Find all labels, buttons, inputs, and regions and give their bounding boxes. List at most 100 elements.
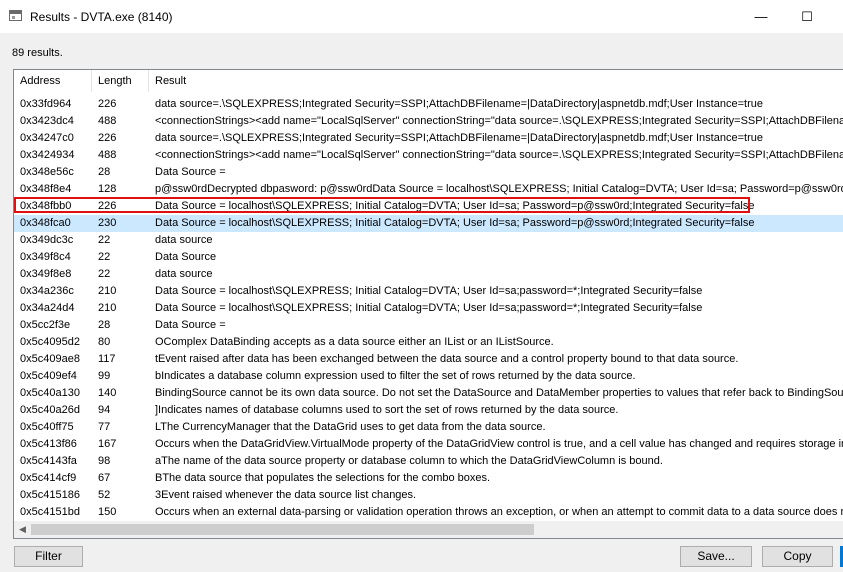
row-address: 0x34a24d4 [20,302,75,314]
row-address: 0x5c409ef4 [20,370,77,382]
row-result: tEvent raised after data has been exchan… [155,353,739,365]
row-length: 22 [98,234,111,246]
maximize-button[interactable]: ☐ [784,0,830,33]
window-app-icon [9,10,22,21]
row-length: 226 [98,132,117,144]
table-row[interactable]: 0x3424934 488 <connectionStrings><add name… [14,147,843,164]
row-result: Data Source [155,251,217,263]
row-address: 0x348fca0 [20,217,71,229]
row-result: Occurs when an external data-parsing or … [155,506,843,518]
row-address: 0x5c415186 [20,489,80,501]
row-address: 0x348fbb0 [20,200,72,212]
table-row[interactable]: 0x5c40a130 140 BindingSource cannot be its… [14,385,843,402]
row-address: 0x5c4143fa [20,455,77,467]
row-address: 0x3423dc4 [20,115,74,127]
row-length: 226 [98,98,117,110]
row-result: Data Source = [155,319,226,331]
table-row[interactable]: 0x34a24d4 210 Data Source = localhost\SQLE… [14,300,843,317]
list-rows: 0x33fd964 226 data source=.\SQLEXPRESS;Int… [14,96,843,521]
row-address: 0x5c409ae8 [20,353,80,365]
row-address: 0x5c40ff75 [20,421,74,433]
row-length: 128 [98,183,117,195]
filter-button[interactable]: Filter [14,546,83,567]
table-row[interactable]: 0x348fbb0 226 Data Source = localhost\SQLE… [14,198,843,215]
copy-button[interactable]: Copy [762,546,833,567]
column-header-length[interactable]: Length [92,70,149,92]
results-count: 89 results. [12,47,63,59]
scrollbar-thumb[interactable] [31,524,534,535]
save-button[interactable]: Save... [680,546,752,567]
row-result: Data Source = localhost\SQLEXPRESS; Init… [155,302,703,314]
table-row[interactable]: 0x5cc2f3e 28 Data Source = [14,317,843,334]
horizontal-scrollbar[interactable]: ◀ [14,521,843,538]
row-result: BThe data source that populates the sele… [155,472,491,484]
table-row[interactable]: 0x3423dc4 488 <connectionStrings><add name… [14,113,843,130]
window-title: Results - DVTA.exe (8140) [30,10,173,24]
table-row[interactable]: 0x5c415186 52 3Event raised whenever the d… [14,487,843,504]
row-address: 0x5c414cf9 [20,472,77,484]
row-length: 488 [98,115,117,127]
close-button[interactable]: ✕ [830,0,843,33]
table-row[interactable]: 0x5c413f86 167 Occurs when the DataGridVie… [14,436,843,453]
row-result: data source=.\SQLEXPRESS;Integrated Secu… [155,98,763,110]
row-length: 77 [98,421,111,433]
table-row[interactable]: 0x5c4095d2 80 OComplex DataBinding accepts… [14,334,843,351]
row-address: 0x34a236c [20,285,74,297]
table-row[interactable]: 0x348fca0 230 Data Source = localhost\SQLE… [14,215,843,232]
column-header-result[interactable]: Result [149,70,843,92]
row-address: 0x34247c0 [20,132,74,144]
table-row[interactable]: 0x5c40a26d 94]Indicates names of database… [14,402,843,419]
row-length: 210 [98,285,117,297]
table-row[interactable]: 0x348e56c 28 Data Source = [14,164,843,181]
row-result: Data Source = [155,166,226,178]
table-row[interactable]: 0x5c4143fa 98 aThe name of the data source… [14,453,843,470]
row-address: 0x5c40a26d [20,404,80,416]
row-result: <connectionStrings><add name="LocalSqlSe… [155,115,843,127]
title-bar[interactable]: Results - DVTA.exe (8140) — ☐ ✕ [0,0,843,33]
row-address: 0x349f8e8 [20,268,72,280]
row-address: 0x5c40a130 [20,387,80,399]
row-length: 140 [98,387,117,399]
row-length: 22 [98,268,111,280]
table-row[interactable]: 0x5c409ae8 117 tEvent raised after data ha… [14,351,843,368]
row-length: 52 [98,489,111,501]
row-length: 80 [98,336,111,348]
row-result: <connectionStrings><add name="LocalSqlSe… [155,149,843,161]
row-address: 0x5c4095d2 [20,336,80,348]
table-row[interactable]: 0x33fd964 226 data source=.\SQLEXPRESS;Int… [14,96,843,113]
row-length: 98 [98,455,111,467]
table-row[interactable]: 0x5c4151bd 150 Occurs when an external dat… [14,504,843,521]
row-result: BindingSource cannot be its own data sou… [155,387,843,399]
row-address: 0x349dc3c [20,234,74,246]
table-row[interactable]: 0x349f8c4 22 Data Source [14,249,843,266]
row-length: 28 [98,166,111,178]
table-row[interactable]: 0x349dc3c 22 data source [14,232,843,249]
row-address: 0x349f8c4 [20,251,71,263]
table-row[interactable]: 0x5c409ef4 99 bIndicates a database column… [14,368,843,385]
row-address: 0x5c413f86 [20,438,77,450]
scroll-left-icon[interactable]: ◀ [14,521,31,538]
table-row[interactable]: 0x34a236c 210 Data Source = localhost\SQLE… [14,283,843,300]
column-header-address[interactable]: Address [14,70,92,92]
table-row[interactable]: 0x34247c0 226 data source=.\SQLEXPRESS;Int… [14,130,843,147]
results-list[interactable]: Address Length Result 0x33fd964 226 data s… [13,69,843,539]
table-row[interactable]: 0x349f8e8 22 data source [14,266,843,283]
row-length: 22 [98,251,111,263]
row-result: data source [155,268,213,280]
row-address: 0x5cc2f3e [20,319,71,331]
table-row[interactable]: 0x348f8e4 128 p@ssw0rdDecrypted dbpasword:… [14,181,843,198]
table-row[interactable]: 0x5c40ff75 77 LThe CurrencyManager that th… [14,419,843,436]
row-result: data source=.\SQLEXPRESS;Integrated Secu… [155,132,763,144]
row-length: 117 [98,353,116,365]
row-result: OComplex DataBinding accepts as a data s… [155,336,554,348]
row-length: 488 [98,149,117,161]
row-result: aThe name of the data source property or… [155,455,663,467]
row-length: 28 [98,319,111,331]
row-length: 99 [98,370,111,382]
row-result: 3Event raised whenever the data source l… [155,489,417,501]
table-row[interactable]: 0x5c414cf9 67 BThe data source that popula… [14,470,843,487]
row-length: 167 [98,438,117,450]
row-length: 226 [98,200,117,212]
minimize-button[interactable]: — [738,0,784,33]
row-address: 0x348e56c [20,166,74,178]
